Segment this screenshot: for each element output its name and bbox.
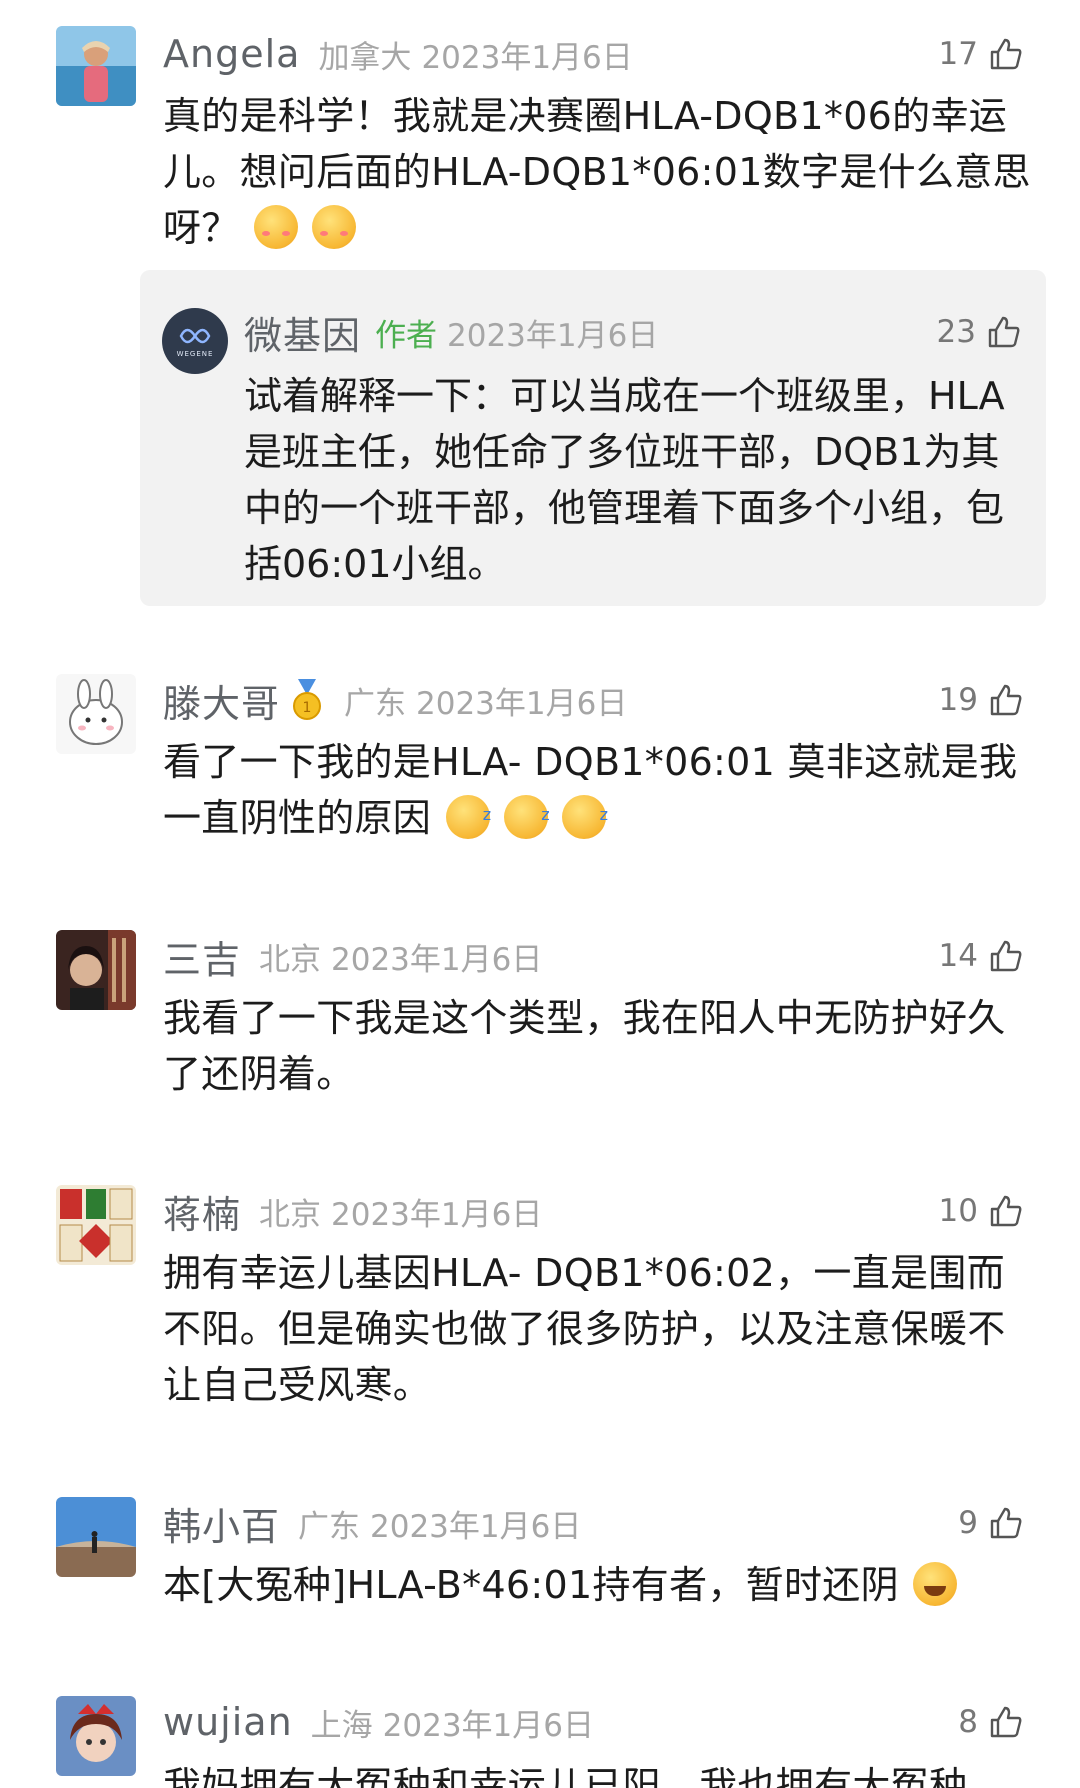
avatar[interactable] <box>56 674 136 754</box>
user-location: 加拿大 <box>318 39 412 76</box>
thumbs-up-icon <box>990 38 1022 70</box>
author-tag: 作者 <box>375 317 438 354</box>
comment-item: 三吉 北京 2023年1月6日 14 我看了一下我是这个类型，我在阳人中无防护好… <box>0 928 1080 1128</box>
thumbs-up-icon <box>988 316 1020 348</box>
like-count: 19 <box>938 682 978 718</box>
like-count: 14 <box>938 938 978 974</box>
thumbs-up-icon <box>990 684 1022 716</box>
user-name[interactable]: 三吉 <box>163 929 241 984</box>
avatar-image <box>56 1185 136 1265</box>
comment-item: 滕大哥 1 广东 2023年1月6日 19 看了一下我的是HLA- DQB1*0… <box>0 672 1080 872</box>
like-button[interactable]: 23 <box>937 314 1022 350</box>
author-name[interactable]: 微基因 <box>244 305 361 360</box>
user-location: 广东 <box>344 685 407 722</box>
sleepy-emoji-icon <box>445 787 492 843</box>
comment-text: 我看了一下我是这个类型，我在阳人中无防护好久了还阴着。 <box>163 996 1006 1096</box>
avatar[interactable] <box>56 1696 136 1776</box>
reply-date: 2023年1月6日 <box>447 317 659 354</box>
user-name[interactable]: 韩小百 <box>163 1496 280 1551</box>
comment-date: 2023年1月6日 <box>370 1508 582 1545</box>
thumbs-up-icon <box>990 1706 1022 1738</box>
avatar[interactable] <box>56 26 136 106</box>
comment-text: 我妈拥有大冤种和幸运儿已阳，我也拥有大冤种 <box>163 1764 968 1788</box>
avatar[interactable] <box>56 1185 136 1265</box>
comment-header: 蒋楠 北京 2023年1月6日 10 <box>163 1185 1024 1237</box>
comment-item: 韩小百 广东 2023年1月6日 9 本[大冤种]HLA-B*46:01持有者，… <box>0 1495 1080 1635</box>
user-name[interactable]: 滕大哥 <box>163 673 280 728</box>
comment-text-content: 本[大冤种]HLA-B*46:01持有者，暂时还阴 <box>163 1563 899 1607</box>
sleepy-emoji-icon <box>562 787 608 843</box>
user-location: 上海 <box>310 1707 373 1744</box>
tears-of-joy-emoji-icon <box>913 1562 958 1606</box>
wegene-logo-icon <box>179 328 211 344</box>
like-button[interactable]: 10 <box>939 1193 1024 1229</box>
comment-date: 2023年1月6日 <box>331 1196 543 1233</box>
avatar[interactable] <box>56 1497 136 1577</box>
author-avatar-label: WEGENE <box>176 350 214 358</box>
user-location: 广东 <box>298 1508 361 1545</box>
comment-header: Angela 加拿大 2023年1月6日 17 <box>163 28 1024 80</box>
comment-date: 2023年1月6日 <box>382 1707 594 1744</box>
comment-text: 真的是科学！我就是决赛圈HLA-DQB1*06的幸运儿。想问后面的HLA-DQB… <box>163 88 1033 256</box>
comment-item: wujian 上海 2023年1月6日 8 我妈拥有大冤种和幸运儿已阳，我也拥有… <box>0 1694 1080 1788</box>
medal-icon: 1 <box>293 679 322 720</box>
user-name[interactable]: wujian <box>163 1700 293 1744</box>
author-reply: WEGENE 微基因 作者 2023年1月6日 23 试着解释一下：可以当成在一… <box>140 270 1046 606</box>
comment-item: Angela 加拿大 2023年1月6日 17 真的是科学！我就是决赛圈HLA-… <box>0 0 1080 620</box>
comment-header: wujian 上海 2023年1月6日 8 <box>163 1696 1024 1748</box>
comment-date: 2023年1月6日 <box>331 941 543 978</box>
comment-date: 2023年1月6日 <box>416 685 628 722</box>
comment-item: 蒋楠 北京 2023年1月6日 10 拥有幸运儿基因HLA- DQB1*06:0… <box>0 1183 1080 1433</box>
peek-emoji-icon <box>254 205 298 249</box>
sleepy-emoji-icon <box>503 787 550 843</box>
reply-header: 微基因 作者 2023年1月6日 23 <box>244 306 1022 358</box>
user-name[interactable]: Angela <box>163 32 300 76</box>
comment-text: 本[大冤种]HLA-B*46:01持有者，暂时还阴 <box>163 1557 1033 1613</box>
avatar[interactable] <box>56 930 136 1010</box>
avatar-image <box>56 1696 136 1776</box>
shy-emoji-icon <box>312 205 357 249</box>
svg-text:1: 1 <box>303 700 312 716</box>
like-count: 9 <box>958 1505 978 1541</box>
like-count: 10 <box>938 1193 978 1229</box>
avatar-image <box>56 26 136 106</box>
comment-header: 滕大哥 1 广东 2023年1月6日 19 <box>163 674 1024 726</box>
like-button[interactable]: 8 <box>958 1704 1024 1740</box>
reply-text: 试着解释一下：可以当成在一个班级里，HLA是班主任，她任命了多位班干部，DQB1… <box>244 374 1005 586</box>
thumbs-up-icon <box>990 940 1022 972</box>
user-location: 北京 <box>259 1196 322 1233</box>
like-count: 8 <box>958 1704 978 1740</box>
comment-header: 三吉 北京 2023年1月6日 14 <box>163 930 1024 982</box>
like-count: 23 <box>936 314 976 350</box>
like-button[interactable]: 14 <box>939 938 1024 974</box>
thumbs-up-icon <box>990 1195 1022 1227</box>
comment-date: 2023年1月6日 <box>421 39 633 76</box>
user-location: 北京 <box>259 941 322 978</box>
author-avatar[interactable]: WEGENE <box>162 308 228 374</box>
avatar-image <box>56 1497 136 1577</box>
like-button[interactable]: 9 <box>958 1505 1024 1541</box>
comment-text: 看了一下我的是HLA- DQB1*06:01 莫非这就是我一直阴性的原因 <box>163 734 1033 846</box>
avatar-image <box>56 930 136 1010</box>
avatar-image <box>56 674 136 754</box>
thumbs-up-icon <box>990 1507 1022 1539</box>
like-button[interactable]: 17 <box>939 36 1024 72</box>
comment-text: 拥有幸运儿基因HLA- DQB1*06:02，一直是围而不阳。但是确实也做了很多… <box>163 1251 1006 1407</box>
like-button[interactable]: 19 <box>939 682 1024 718</box>
comment-header: 韩小百 广东 2023年1月6日 9 <box>163 1497 1024 1549</box>
user-name[interactable]: 蒋楠 <box>163 1184 241 1239</box>
like-count: 17 <box>938 36 978 72</box>
